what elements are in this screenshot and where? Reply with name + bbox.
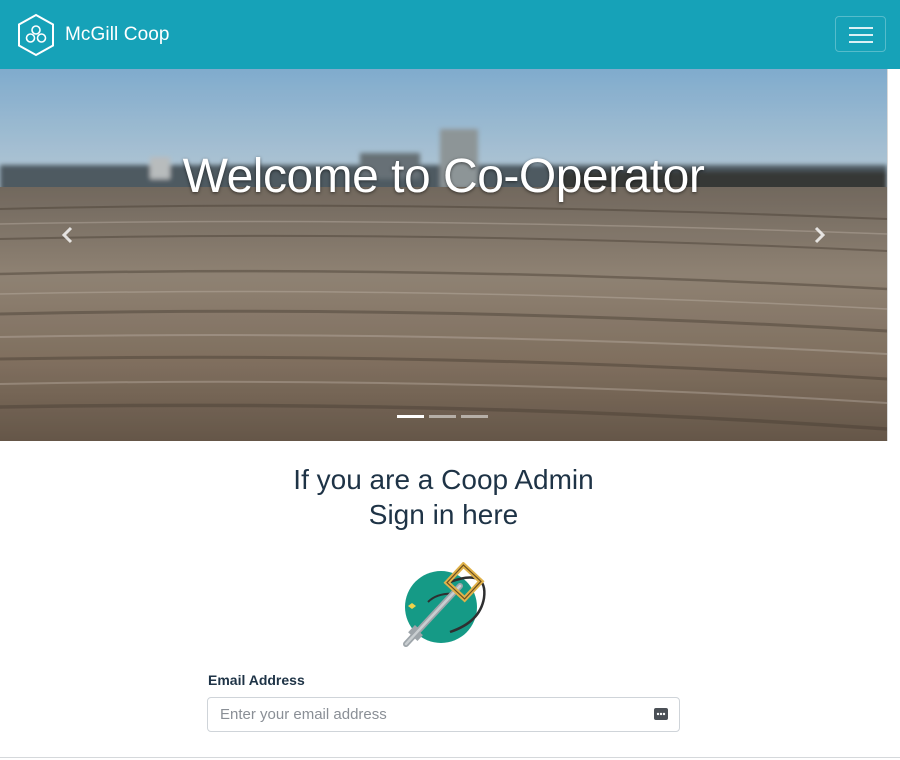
chevron-right-icon <box>814 226 826 244</box>
password-autofill-icon[interactable] <box>654 707 668 721</box>
email-field-wrapper <box>207 697 680 732</box>
brand-link[interactable]: McGill Coop <box>17 12 170 57</box>
hexagon-logo-icon <box>18 13 54 56</box>
admin-heading: If you are a Coop Admin Sign in here <box>150 462 737 532</box>
carousel-indicator[interactable] <box>397 415 424 418</box>
page-gutter <box>887 69 900 441</box>
email-label: Email Address <box>208 672 305 688</box>
carousel-prev-button[interactable] <box>52 219 82 251</box>
menu-toggle-button[interactable] <box>835 16 886 52</box>
carousel-indicator[interactable] <box>461 415 488 418</box>
carousel-indicator[interactable] <box>429 415 456 418</box>
section-divider <box>0 757 900 758</box>
hamburger-menu-icon <box>849 27 873 43</box>
carousel-next-button[interactable] <box>805 219 835 251</box>
brand-name: McGill Coop <box>65 23 170 45</box>
carousel-caption: Welcome to Co-Operator <box>182 150 705 203</box>
top-navbar: McGill Coop <box>0 0 900 69</box>
hero-carousel: Welcome to Co-Operator <box>0 69 887 441</box>
admin-heading-line1: If you are a Coop Admin <box>293 464 594 495</box>
chevron-left-icon <box>61 226 73 244</box>
dock-background-image <box>0 69 887 441</box>
key-icon <box>403 562 486 647</box>
email-input[interactable] <box>208 698 638 731</box>
admin-heading-line2: Sign in here <box>368 499 519 530</box>
carousel-indicators <box>397 415 488 418</box>
